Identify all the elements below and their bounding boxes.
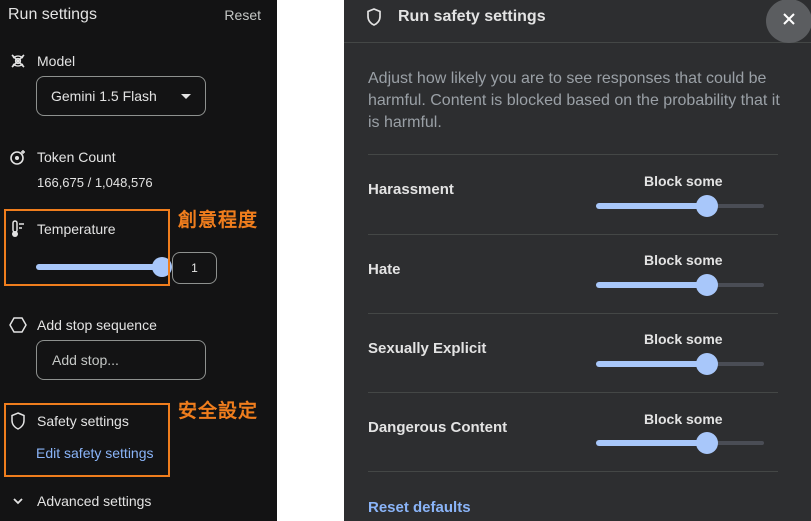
stop-sequence-input[interactable]: [36, 340, 206, 380]
stop-sequence-label: Add stop sequence: [37, 317, 157, 333]
divider: [368, 234, 778, 235]
advanced-settings-row[interactable]: Advanced settings: [9, 492, 151, 510]
token-count-label: Token Count: [37, 149, 116, 165]
category-level: Block some: [644, 411, 723, 427]
safety-settings-dialog: Run safety settings Adjust how likely yo…: [344, 0, 811, 521]
model-icon: [9, 52, 27, 70]
model-row: Model: [9, 52, 75, 70]
model-label: Model: [37, 53, 76, 69]
run-settings-panel: Run settings Reset Model Gemini 1.5 Flas…: [0, 0, 277, 521]
category-label: Hate: [368, 261, 401, 278]
slider-thumb[interactable]: [695, 274, 718, 296]
dialog-description: Adjust how likely you are to see respons…: [368, 70, 780, 131]
token-count-row: Token Count: [9, 148, 116, 166]
hexagon-icon: [9, 316, 27, 334]
divider: [368, 392, 778, 393]
token-count-value: 166,675 / 1,048,576: [37, 175, 153, 190]
harassment-slider[interactable]: [596, 195, 764, 217]
divider: [368, 471, 778, 472]
token-count-icon: [9, 148, 27, 166]
run-settings-header: Run settings Reset: [8, 4, 261, 26]
dialog-header: Run safety settings: [344, 0, 811, 43]
stop-sequence-row: Add stop sequence: [9, 316, 157, 334]
slider-fill: [596, 282, 707, 288]
category-label: Sexually Explicit: [368, 340, 487, 357]
slider-fill: [596, 361, 707, 367]
safety-highlight-box: [4, 403, 170, 477]
chevron-down-icon: [9, 492, 27, 510]
sexually-explicit-slider[interactable]: [596, 353, 764, 375]
category-level: Block some: [644, 331, 723, 347]
slider-fill: [596, 440, 707, 446]
reset-button[interactable]: Reset: [224, 7, 261, 23]
hate-slider[interactable]: [596, 274, 764, 296]
temperature-annotation: 創意程度: [178, 209, 259, 231]
slider-thumb[interactable]: [695, 195, 718, 217]
category-label: Dangerous Content: [368, 419, 508, 436]
temperature-input[interactable]: 1: [172, 252, 217, 284]
divider: [368, 154, 778, 155]
model-select[interactable]: Gemini 1.5 Flash: [36, 76, 206, 116]
category-level: Block some: [644, 252, 723, 268]
advanced-settings-label: Advanced settings: [37, 493, 152, 509]
shield-icon: [366, 8, 382, 31]
slider-thumb[interactable]: [695, 353, 718, 375]
dialog-title: Run safety settings: [398, 8, 546, 25]
category-label: Harassment: [368, 181, 454, 198]
divider: [368, 313, 778, 314]
dropdown-caret-icon: [181, 93, 191, 99]
slider-fill: [596, 203, 707, 209]
category-level: Block some: [644, 173, 723, 189]
dangerous-content-slider[interactable]: [596, 432, 764, 454]
temperature-highlight-box: [4, 209, 170, 286]
run-settings-title: Run settings: [8, 6, 97, 23]
close-icon: [782, 12, 796, 31]
safety-annotation: 安全設定: [178, 400, 259, 422]
slider-thumb[interactable]: [695, 432, 718, 454]
model-select-value: Gemini 1.5 Flash: [51, 88, 157, 104]
reset-defaults-button[interactable]: Reset defaults: [368, 499, 471, 516]
close-button[interactable]: [766, 0, 811, 43]
